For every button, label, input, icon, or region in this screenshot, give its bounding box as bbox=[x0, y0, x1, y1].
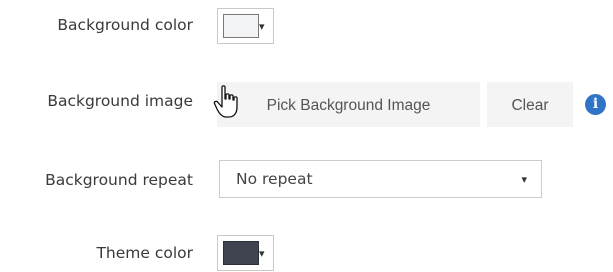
background-color-dropdown[interactable]: ▾ bbox=[217, 8, 274, 44]
hand-pointer-icon bbox=[213, 85, 238, 118]
background-repeat-value: No repeat bbox=[236, 170, 313, 188]
background-color-label: Background color bbox=[57, 16, 193, 34]
pick-background-image-button[interactable]: Pick Background Image bbox=[217, 82, 480, 127]
background-color-swatch bbox=[223, 14, 259, 38]
background-image-label: Background image bbox=[47, 92, 193, 110]
theme-color-picker[interactable]: ▾ bbox=[217, 235, 297, 271]
theme-color-label: Theme color bbox=[96, 244, 193, 262]
chevron-down-icon: ▾ bbox=[521, 173, 527, 186]
clear-button[interactable]: Clear bbox=[487, 82, 573, 127]
theme-color-swatch bbox=[223, 241, 259, 265]
background-color-picker[interactable]: ▾ bbox=[217, 8, 297, 44]
background-repeat-label: Background repeat bbox=[45, 171, 193, 189]
theme-color-dropdown[interactable]: ▾ bbox=[217, 235, 274, 271]
chevron-down-icon: ▾ bbox=[259, 247, 265, 260]
info-circle-icon[interactable]: i bbox=[585, 94, 606, 115]
chevron-down-icon: ▾ bbox=[259, 20, 265, 33]
background-repeat-select[interactable]: No repeat ▾ bbox=[219, 160, 542, 198]
